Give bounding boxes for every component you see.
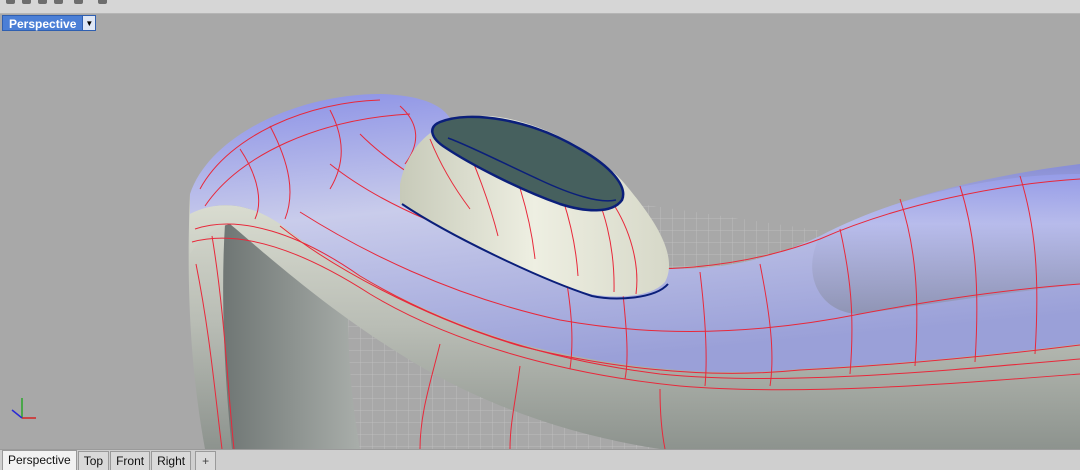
toolbar-icon[interactable]: [22, 0, 31, 4]
toolbar-icon[interactable]: [74, 0, 83, 4]
viewport-title-label[interactable]: Perspective: [2, 15, 84, 31]
toolbar-icon[interactable]: [38, 0, 47, 4]
top-toolbar-strip: [0, 0, 1080, 14]
tab-top[interactable]: Top: [77, 451, 110, 470]
viewport-canvas[interactable]: [0, 14, 1080, 449]
perspective-viewport[interactable]: Perspective ▼: [0, 14, 1080, 449]
viewport-tabs: Perspective Top Front Right +: [0, 449, 1080, 470]
tab-perspective[interactable]: Perspective: [2, 450, 77, 470]
viewport-title[interactable]: Perspective ▼: [2, 15, 97, 31]
dropdown-arrow-icon[interactable]: ▼: [83, 15, 97, 31]
plus-icon[interactable]: +: [195, 451, 217, 470]
toolbar-icon[interactable]: [98, 0, 107, 4]
tab-right[interactable]: Right: [151, 451, 192, 470]
tab-front[interactable]: Front: [110, 451, 151, 470]
toolbar-icon[interactable]: [54, 0, 63, 4]
xyz-axis-icon: [11, 398, 36, 419]
toolbar-icon[interactable]: [6, 0, 15, 4]
